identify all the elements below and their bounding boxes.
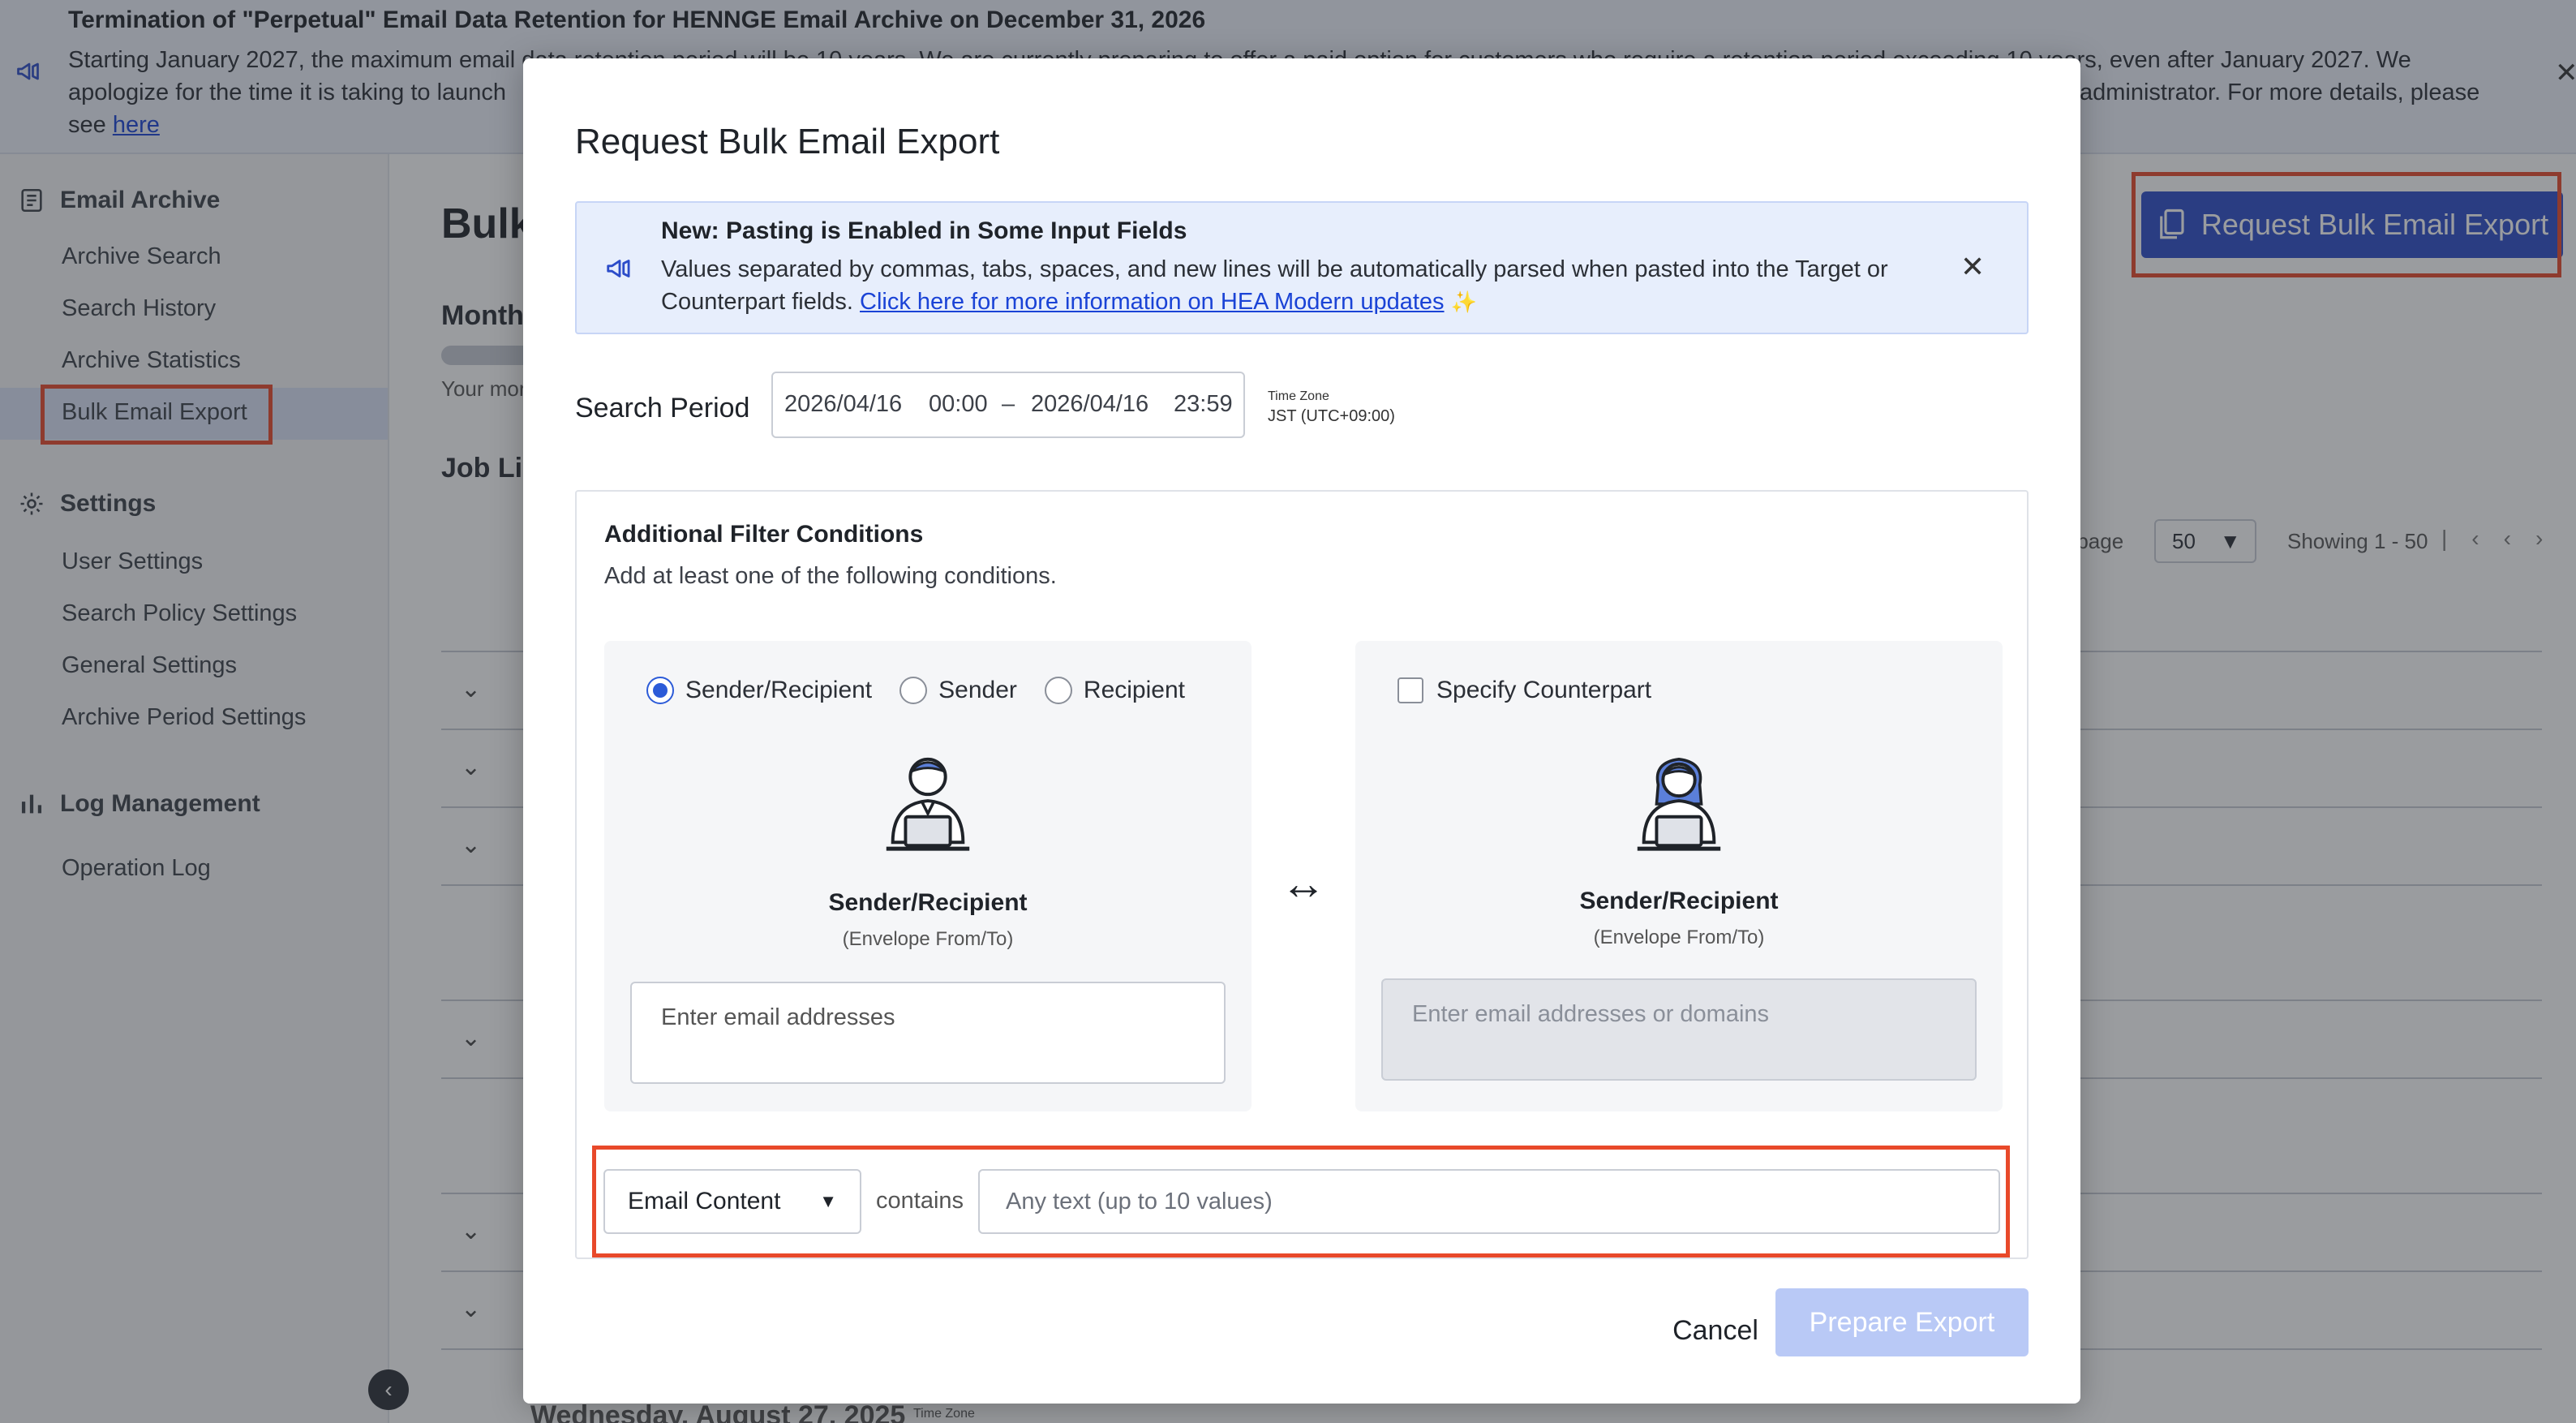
counterpart-panel: Specify Counterpart Sender/Recipient (En… (1355, 641, 2003, 1111)
target-label: Sender/Recipient (828, 889, 1028, 916)
timezone-label: Time Zone (1268, 389, 1329, 403)
radio-button[interactable] (1044, 677, 1072, 704)
start-time[interactable]: 00:00 (929, 391, 988, 418)
info-notice: New: Pasting is Enabled in Some Input Fi… (575, 201, 2029, 334)
caret-down-icon: ▼ (819, 1191, 837, 1211)
condition-field-value: Email Content (628, 1188, 781, 1214)
specify-counterpart-checkbox[interactable]: Specify Counterpart (1397, 677, 1651, 704)
dialog-title: Request Bulk Email Export (575, 122, 1000, 161)
notice-link[interactable]: Click here for more information on HEA M… (860, 289, 1445, 315)
target-sublabel: (Envelope From/To) (842, 928, 1014, 950)
counterpart-email-input[interactable]: Enter email addresses or domains (1381, 978, 1977, 1081)
end-time[interactable]: 23:59 (1174, 391, 1233, 418)
radio-sender-recipient[interactable]: Sender/Recipient (646, 677, 872, 704)
radio-label: Sender/Recipient (685, 677, 873, 703)
bidirectional-arrow-icon: ↔ (1281, 858, 1326, 909)
filter-subtitle: Add at least one of the following condit… (604, 563, 1057, 589)
notice-text: Values separated by commas, tabs, spaces… (661, 253, 1926, 318)
checkbox-label: Specify Counterpart (1436, 677, 1652, 703)
radio-label: Recipient (1083, 677, 1185, 703)
megaphone-icon (607, 260, 630, 277)
target-panel: Sender/Recipient Sender Recipient Sender… (604, 641, 1252, 1111)
filter-title: Additional Filter Conditions (604, 521, 924, 548)
target-email-input[interactable]: Enter email addresses (630, 982, 1226, 1084)
radio-button[interactable] (646, 677, 674, 704)
radio-recipient[interactable]: Recipient (1044, 677, 1185, 704)
prepare-export-button[interactable]: Prepare Export (1775, 1288, 2029, 1356)
filter-conditions-section: Additional Filter Conditions Add at leas… (575, 490, 2029, 1259)
counterpart-sublabel: (Envelope From/To) (1593, 926, 1765, 948)
condition-field-select[interactable]: Email Content ▼ (603, 1169, 861, 1234)
cancel-button[interactable]: Cancel (1642, 1298, 1788, 1363)
search-period-label: Search Period (575, 393, 750, 423)
search-period-range[interactable]: 2026/04/16 00:00 – 2026/04/16 23:59 (771, 372, 1245, 438)
radio-sender[interactable]: Sender (899, 677, 1017, 704)
radio-label: Sender (938, 677, 1017, 703)
person-laptop-icon (1637, 758, 1721, 851)
notice-close-icon[interactable]: ✕ (1960, 250, 1985, 284)
end-date[interactable]: 2026/04/16 (1031, 391, 1148, 418)
sparkle-icon: ✨ (1450, 290, 1477, 314)
timezone-value: JST (UTC+09:00) (1268, 407, 1395, 425)
condition-text-input[interactable]: Any text (up to 10 values) (978, 1169, 2000, 1234)
range-separator: – (1002, 391, 1015, 417)
start-date[interactable]: 2026/04/16 (784, 391, 902, 418)
person-laptop-icon (886, 757, 970, 851)
radio-button[interactable] (899, 677, 928, 704)
condition-operator: contains (876, 1188, 964, 1214)
checkbox-box[interactable] (1397, 677, 1423, 703)
target-type-radios: Sender/Recipient Sender Recipient (646, 677, 1213, 704)
notice-title: New: Pasting is Enabled in Some Input Fi… (661, 217, 1187, 244)
counterpart-label: Sender/Recipient (1579, 888, 1779, 914)
